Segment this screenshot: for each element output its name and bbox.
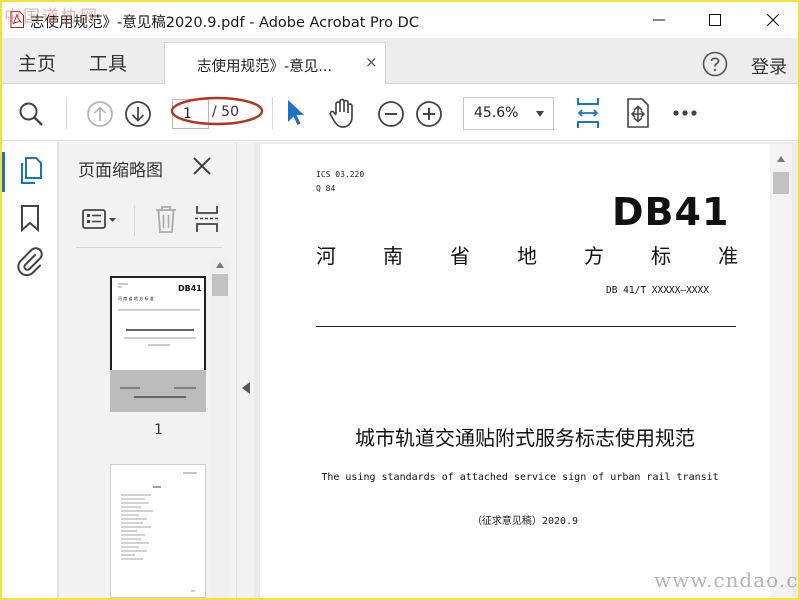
svg-text:DB41: DB41 <box>178 284 202 293</box>
svg-text:河 南 省 地 方 标: 河 南 省 地 方 标 准 <box>118 295 154 301</box>
thumbnail-page-footer <box>110 370 206 412</box>
left-navigation-pane <box>2 142 58 598</box>
draft-label: （征求意见稿） <box>471 516 542 527</box>
watermark-top: 中国道协网 <box>4 7 99 27</box>
thumbnail-page-preview <box>121 472 197 592</box>
page-number-label: 1 <box>154 422 163 438</box>
help-icon[interactable] <box>702 51 728 77</box>
ics-code: ICS 03.220 <box>316 170 365 179</box>
scrollbar-thumb[interactable] <box>212 274 228 296</box>
fit-width-icon[interactable] <box>574 96 602 130</box>
title-bar: 志使用规范》-意见稿2020.9.pdf - Adobe Acrobat Pro… <box>2 2 798 38</box>
heading-char: 地 <box>517 244 537 268</box>
collapse-left-icon[interactable] <box>242 382 250 394</box>
thumbnails-scrollbar[interactable] <box>211 258 229 598</box>
tab-tools[interactable]: 工具 <box>89 49 127 76</box>
thumbnail-footer-preview <box>120 387 196 398</box>
close-icon <box>767 14 779 26</box>
standard-number: DB 41/T XXXXX—XXXX <box>606 285 709 296</box>
options-menu-icon[interactable] <box>82 208 118 232</box>
search-icon[interactable] <box>18 101 44 127</box>
horizontal-rule <box>316 326 736 327</box>
heading-char: 省 <box>450 244 470 268</box>
delete-page-icon[interactable] <box>153 204 179 234</box>
next-page-icon[interactable] <box>124 100 152 128</box>
tab-home[interactable]: 主页 <box>18 49 56 76</box>
pdf-page: ICS 03.220 Q 84 DB41 河 南 省 地 方 标 准 DB 41… <box>260 144 770 598</box>
toolbar-separator <box>134 206 135 236</box>
close-tab-icon[interactable]: × <box>365 53 378 71</box>
heading-char: 准 <box>718 244 738 268</box>
close-panel-icon[interactable] <box>192 156 212 176</box>
panel-divider <box>58 142 59 598</box>
scroll-up-icon[interactable] <box>777 156 785 162</box>
main-toolbar: 1 / 50 45.6% <box>2 85 798 141</box>
bookmark-icon[interactable] <box>19 204 41 232</box>
chevron-down-icon <box>536 111 544 117</box>
close-window-button[interactable] <box>750 6 796 34</box>
collapse-panel-strip[interactable] <box>236 142 254 598</box>
zoom-in-icon[interactable] <box>415 100 443 128</box>
tab-document[interactable]: 志使用规范》-意见... × <box>164 42 386 84</box>
login-link[interactable]: 登录 <box>751 53 787 79</box>
q-code: Q 84 <box>316 184 336 193</box>
db-code: DB41 <box>612 190 730 234</box>
document-scrollbar[interactable] <box>770 144 792 598</box>
split-page-icon[interactable] <box>194 204 220 234</box>
panel-divider <box>76 247 222 248</box>
site-watermark: www.cndao.com <box>654 568 798 592</box>
minimize-button[interactable] <box>636 6 682 34</box>
minimize-icon <box>653 19 665 21</box>
previous-page-icon[interactable] <box>86 100 114 128</box>
toolbar-separator <box>272 97 273 129</box>
english-title: The using standards of attached service … <box>321 472 719 483</box>
heading-char: 河 <box>316 244 336 268</box>
page-thumbnails-panel: 页面缩略图 DB41 河 南 省 地 方 标 准 1 <box>58 142 236 598</box>
maximize-icon <box>709 14 721 26</box>
maximize-button[interactable] <box>692 6 738 34</box>
more-tools-icon[interactable] <box>672 109 698 117</box>
attachment-icon[interactable] <box>16 246 44 276</box>
panel-title: 页面缩略图 <box>78 161 163 181</box>
heading-char: 方 <box>584 244 604 268</box>
heading-char: 标 <box>651 244 671 268</box>
tab-bar: 主页 工具 志使用规范》-意见... × 登录 <box>2 38 798 84</box>
zoom-out-icon[interactable] <box>377 100 405 128</box>
heading-char: 南 <box>383 244 403 268</box>
chinese-title: 城市轨道交通贴附式服务标志使用规范 <box>355 426 695 450</box>
zoom-value: 45.6% <box>474 105 519 121</box>
active-indicator <box>2 152 5 192</box>
zoom-select[interactable]: 45.6% <box>463 97 554 130</box>
full-screen-icon[interactable] <box>624 97 652 129</box>
standard-type-heading: 河 南 省 地 方 标 准 <box>316 240 738 269</box>
select-arrow-icon[interactable] <box>286 98 306 128</box>
page-thumbnails-icon[interactable] <box>17 156 43 186</box>
draft-note: （征求意见稿）2020.9 <box>320 512 730 527</box>
document-tab-label: 志使用规范》-意见... <box>197 59 333 75</box>
scroll-up-icon[interactable] <box>216 262 224 268</box>
draft-date: 2020.9 <box>541 516 579 527</box>
scrollbar-thumb[interactable] <box>773 172 789 194</box>
hand-tool-icon[interactable] <box>328 97 358 129</box>
page-thumbnail-2[interactable] <box>110 464 206 598</box>
document-view[interactable]: ICS 03.220 Q 84 DB41 河 南 省 地 方 标 准 DB 41… <box>254 142 798 598</box>
highlight-ellipse-annotation <box>170 96 264 126</box>
toolbar-separator <box>66 97 67 129</box>
acrobat-window: 志使用规范》-意见稿2020.9.pdf - Adobe Acrobat Pro… <box>2 2 798 598</box>
